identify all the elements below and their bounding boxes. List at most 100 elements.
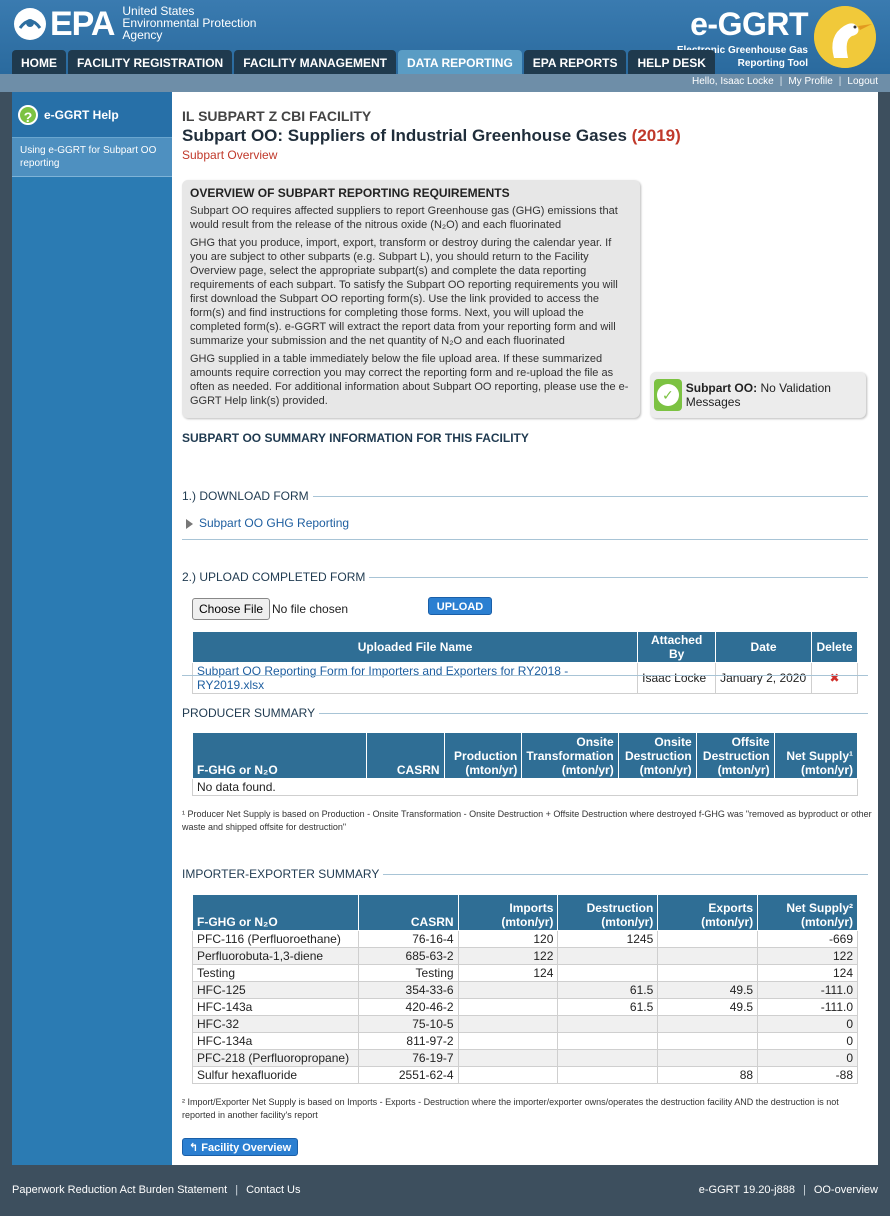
table-cell: 49.5: [657, 998, 759, 1016]
table-row: Perfluorobuta-1,3-diene 685-63-2 122 122: [192, 947, 858, 965]
table-cell: [457, 1032, 559, 1050]
column-header: Net Supply² (mton/yr): [757, 894, 858, 931]
summary-heading: SUBPART OO SUMMARY INFORMATION FOR THIS …: [182, 431, 529, 445]
column-header: Onsite Transformation (mton/yr): [521, 732, 619, 779]
table-row: HFC-134a 811-97-2 0: [192, 1032, 858, 1050]
table-cell: 124: [457, 964, 559, 982]
table-cell: 76-16-4: [357, 930, 459, 948]
table-cell: 124: [757, 964, 858, 982]
column-header: Delete: [810, 631, 859, 663]
nav-tab-help-desk[interactable]: HELP DESK: [628, 50, 715, 74]
table-cell: 0: [757, 1032, 858, 1050]
table-cell: HFC-143a: [192, 998, 359, 1016]
table-cell: [557, 947, 659, 965]
table-cell: 122: [457, 947, 559, 965]
table-cell: [657, 964, 759, 982]
upload-heading: 2.) UPLOAD COMPLETED FORM: [182, 570, 370, 584]
nav-tab-facility-management[interactable]: FACILITY MANAGEMENT: [234, 50, 397, 74]
download-heading: 1.) DOWNLOAD FORM: [182, 489, 313, 503]
table-cell: -111.0: [757, 981, 858, 999]
validation-status-box: ✓ Subpart OO: No Validation Messages: [650, 372, 866, 418]
column-header: Attached By: [637, 631, 717, 663]
uploaded-file-link[interactable]: Subpart OO Reporting Form for Importers …: [197, 664, 568, 692]
table-cell: [557, 1032, 659, 1050]
table-cell: [457, 981, 559, 999]
help-header: ? e-GGRT Help: [12, 92, 172, 138]
column-header: Production (mton/yr): [443, 732, 523, 779]
download-form-link[interactable]: Subpart OO GHG Reporting: [186, 516, 349, 530]
file-name-cell: Subpart OO Reporting Form for Importers …: [191, 662, 639, 694]
reporting-year: (2019): [631, 126, 681, 145]
empty-message: No data found.: [192, 778, 858, 796]
column-header: CASRN: [357, 894, 459, 931]
table-cell: [657, 1032, 759, 1050]
table-cell: HFC-125: [192, 981, 359, 999]
validation-text: Subpart OO: No Validation Messages: [686, 381, 862, 409]
column-header: Net Supply¹ (mton/yr): [773, 732, 859, 779]
separator: |: [838, 76, 842, 87]
version-label: e-GGRT 19.20-j888: [698, 1184, 795, 1196]
uploaded-files-table: Uploaded File Name Attached By Date Dele…: [191, 631, 859, 694]
column-header: Date: [715, 631, 812, 663]
table-cell: -88: [757, 1066, 858, 1084]
user-greeting: Hello, Isaac Locke: [692, 76, 774, 87]
separator: |: [779, 76, 783, 87]
nav-tab-epa-reports[interactable]: EPA REPORTS: [523, 50, 627, 74]
nav-tab-data-reporting[interactable]: DATA REPORTING: [398, 50, 522, 74]
epa-logo[interactable]: EPA United States Environmental Protecti…: [12, 5, 256, 42]
delete-icon[interactable]: ✖: [810, 662, 859, 694]
egg-title: e-GGRT: [690, 6, 808, 42]
table-cell: [457, 1015, 559, 1033]
column-header: F-GHG or N₂O: [191, 732, 368, 779]
nav-tab-home[interactable]: HOME: [12, 50, 66, 74]
page-subtitle: Subpart Overview: [182, 148, 278, 162]
table-cell: 354-33-6: [357, 981, 459, 999]
table-cell: 88: [657, 1066, 759, 1084]
table-cell: HFC-134a: [192, 1032, 359, 1050]
importer-heading: IMPORTER-EXPORTER SUMMARY: [182, 867, 384, 881]
importer-footnote: ² Import/Exporter Net Supply is based on…: [182, 1097, 839, 1120]
importer-exporter-table: F-GHG or N₂O CASRN Imports (mton/yr) Des…: [192, 894, 858, 1084]
column-header: Exports (mton/yr): [657, 894, 759, 931]
table-row: HFC-32 75-10-5 0: [192, 1015, 858, 1033]
divider: [182, 675, 868, 676]
contact-us-link[interactable]: Contact Us: [246, 1184, 300, 1196]
my-profile-link[interactable]: My Profile: [788, 76, 832, 87]
table-cell: [557, 1015, 659, 1033]
choose-file-button[interactable]: Choose File: [192, 598, 271, 620]
table-cell: HFC-32: [192, 1015, 359, 1033]
table-cell: [657, 947, 759, 965]
logout-link[interactable]: Logout: [847, 76, 878, 87]
table-row: HFC-125 354-33-6 61.5 49.5 -111.0: [192, 981, 858, 999]
table-cell: PFC-116 (Perfluoroethane): [192, 930, 359, 948]
table-cell: [457, 998, 559, 1016]
table-cell: 49.5: [657, 981, 759, 999]
upload-button[interactable]: UPLOAD: [428, 597, 492, 615]
table-cell: 685-63-2: [357, 947, 459, 965]
table-cell: 61.5: [557, 981, 659, 999]
paperwork-link[interactable]: Paperwork Reduction Act Burden Statement: [12, 1184, 227, 1196]
producer-footnote: ¹ Producer Net Supply is based on Produc…: [182, 809, 872, 832]
table-cell: [557, 964, 659, 982]
facility-overview-button[interactable]: ↰ Facility Overview: [182, 1138, 299, 1156]
epa-seal-icon: [14, 8, 46, 40]
checkmark-icon: ✓: [654, 379, 682, 411]
table-row: Testing Testing 124 124: [192, 964, 858, 982]
table-row: PFC-116 (Perfluoroethane) 76-16-4 120 1245 -…: [192, 930, 858, 948]
column-header: F-GHG or N₂O: [192, 894, 359, 931]
divider: [182, 539, 868, 540]
nav-tab-facility-registration[interactable]: FACILITY REGISTRATION: [68, 50, 233, 74]
table-cell: 811-97-2: [357, 1032, 459, 1050]
table-cell: [457, 1066, 559, 1084]
table-cell: -111.0: [757, 998, 858, 1016]
expand-arrow-icon: [186, 518, 193, 529]
column-header: Imports (mton/yr): [457, 894, 559, 931]
page-title: Subpart OO: Suppliers of Industrial Gree…: [182, 126, 681, 146]
help-link-subpart-oo[interactable]: Using e-GGRT for Subpart OO reporting: [12, 138, 172, 177]
table-cell: 0: [757, 1049, 858, 1067]
column-header: Onsite Destruction (mton/yr): [617, 732, 697, 779]
egret-logo-icon: [814, 6, 876, 68]
table-cell: [657, 930, 759, 948]
download-link-label: Subpart OO GHG Reporting: [199, 516, 350, 530]
producer-summary-table: F-GHG or N₂O CASRN Production (mton/yr) …: [191, 732, 859, 796]
